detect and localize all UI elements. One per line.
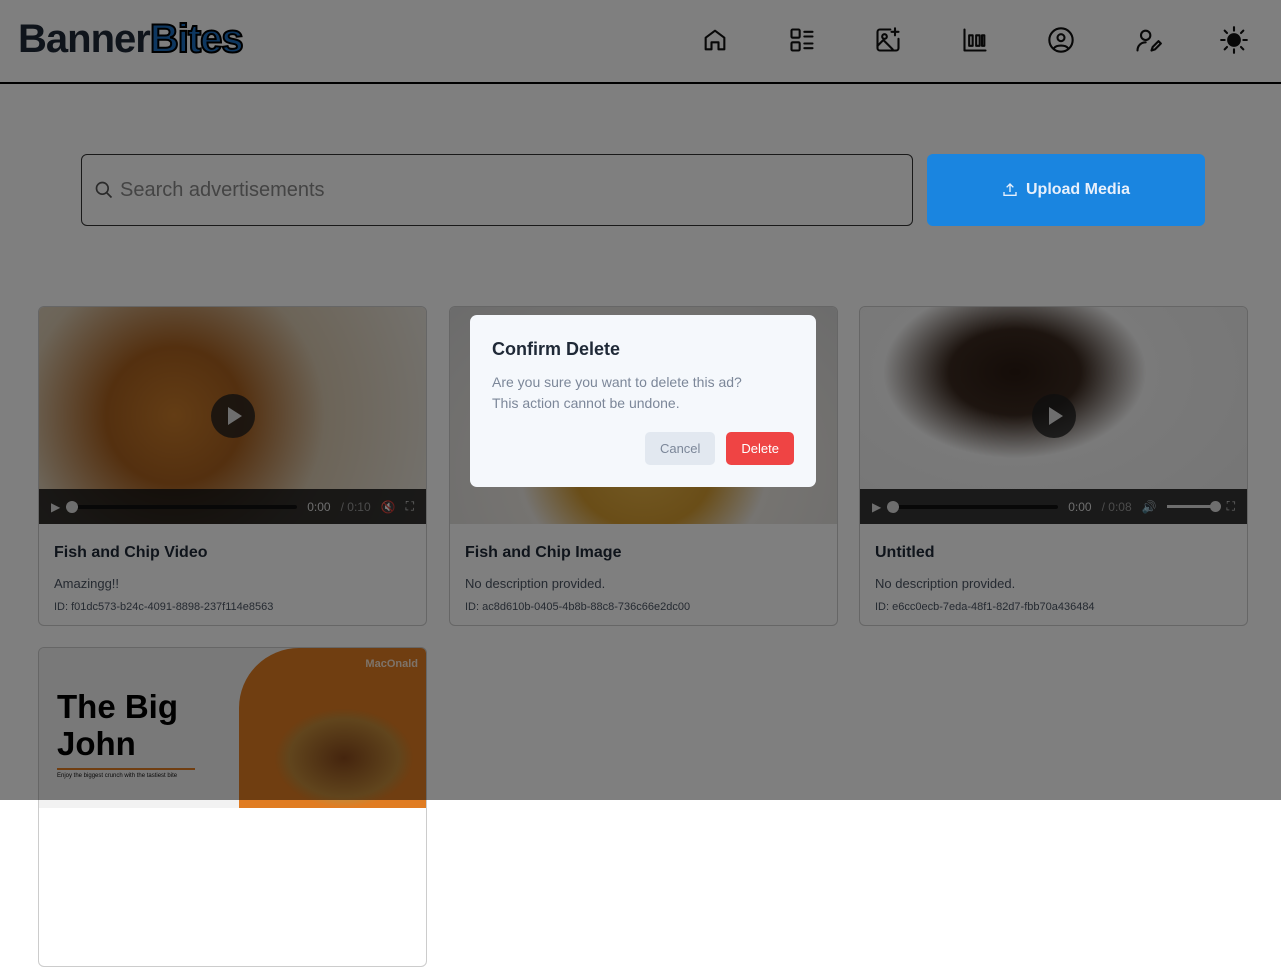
upload-media-button[interactable]: Upload Media [927,154,1205,226]
cancel-button[interactable]: Cancel [644,432,716,465]
dialog-title: Confirm Delete [492,339,621,359]
upload-icon [1003,183,1017,196]
dialog-message: Are you sure you want to delete this ad? [492,374,742,390]
delete-button[interactable]: Delete [726,432,794,465]
upload-label: Upload Media [1025,181,1130,198]
confirm-delete-dialog: Confirm Delete Are you sure you want to … [470,315,816,487]
dialog-warning: This action cannot be undone. [492,395,680,411]
